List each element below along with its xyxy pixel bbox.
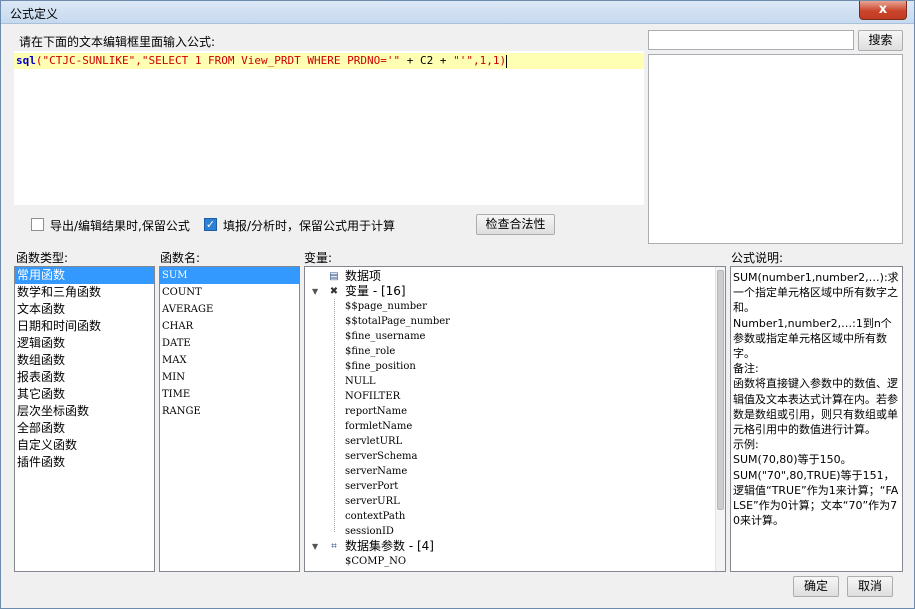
search-results-panel — [648, 54, 903, 244]
description-paragraph: SUM(70,80)等于150。 — [733, 453, 852, 467]
tree-leaf-variable[interactable]: $fine_position — [345, 359, 416, 374]
title-bar[interactable]: 公式定义 x — [1, 1, 914, 24]
tree-leaf-variable[interactable]: sessionID — [345, 524, 394, 539]
function-type-item[interactable]: 数组函数 — [15, 352, 154, 369]
tree-leaf-variable[interactable]: NULL — [345, 374, 375, 389]
description-paragraph: 函数将直接键入参数中的数值、逻辑值及文本表达式计算在内。若参数是数组或引用，则只… — [733, 377, 898, 437]
tree-leaf-variable[interactable]: serverURL — [345, 494, 400, 509]
formula-token: ("CTJC-SUNLIKE","SELECT 1 FROM View_PRDT… — [35, 54, 401, 67]
tree-leaf-variable[interactable]: $$page_number — [345, 299, 427, 314]
function-name-item[interactable]: CHAR — [160, 318, 299, 335]
tree-leaf-variable[interactable]: contextPath — [345, 509, 405, 524]
description-paragraph: 示例: — [733, 438, 759, 452]
tree-leaf-variable[interactable]: reportName — [345, 404, 407, 419]
tree-leaf-variable[interactable]: serverName — [345, 464, 407, 479]
search-button[interactable]: 搜索 — [858, 30, 903, 51]
variable-x-icon: ✖ — [329, 286, 339, 297]
function-type-item[interactable]: 全部函数 — [15, 420, 154, 437]
function-name-list[interactable]: SUM COUNT AVERAGE CHAR DATE MAX MIN TIME RANGE — [159, 266, 300, 572]
close-button[interactable]: x — [859, 1, 907, 20]
formula-line[interactable]: sql("CTJC-SUNLIKE","SELECT 1 FROM View_P… — [14, 53, 644, 69]
tree-node-label: 数据项 — [345, 269, 382, 283]
ok-button[interactable]: 确定 — [793, 576, 839, 597]
formula-editor[interactable]: sql("CTJC-SUNLIKE","SELECT 1 FROM View_P… — [14, 51, 644, 205]
function-name-item[interactable]: MAX — [160, 352, 299, 369]
function-type-item[interactable]: 插件函数 — [15, 454, 154, 471]
function-type-item[interactable]: 数学和三角函数 — [15, 284, 154, 301]
variables-label: 变量: — [304, 251, 333, 265]
description-paragraph: SUM("70",80,TRUE)等于151，逻辑值“TRUE”作为1来计算；“… — [733, 468, 899, 528]
formula-token: "'" — [453, 54, 473, 67]
function-name-item[interactable]: COUNT — [160, 284, 299, 301]
tree-node-label: 数据集参数 - [4] — [345, 539, 434, 553]
formula-token: + C2 + — [400, 54, 454, 67]
tree-leaf-variable[interactable]: NOFILTER — [345, 389, 400, 404]
function-type-list[interactable]: 常用函数 数学和三角函数 文本函数 日期和时间函数 逻辑函数 数组函数 报表函数 其它函数 层次… — [14, 266, 155, 572]
collapse-arrow-icon[interactable]: ▼ — [312, 539, 321, 554]
function-type-item[interactable]: 报表函数 — [15, 369, 154, 386]
search-input[interactable] — [648, 30, 854, 50]
formula-description: SUM(number1,number2,…):求一个指定单元格区域中所有数字之和… — [730, 266, 903, 572]
tree-leaf-variable[interactable]: serverPort — [345, 479, 398, 494]
function-name-item[interactable]: MIN — [160, 369, 299, 386]
fill-keep-checkbox[interactable]: ✓ — [204, 218, 217, 231]
formula-token: ,1,1) — [472, 54, 507, 67]
function-name-item[interactable]: RANGE — [160, 403, 299, 420]
function-type-item[interactable]: 日期和时间函数 — [15, 318, 154, 335]
tree-leaf-variable[interactable]: servletURL — [345, 434, 402, 449]
formula-dialog: 公式定义 x 请在下面的文本编辑框里面输入公式: sql("CTJC-SUNLI… — [0, 0, 915, 609]
parameter-icon: ⌗ — [331, 541, 337, 552]
tree-leaf-variable[interactable]: $fine_username — [345, 329, 425, 344]
function-name-item[interactable]: AVERAGE — [160, 301, 299, 318]
export-keep-checkbox[interactable] — [31, 218, 44, 231]
tree-leaf-dataset-param[interactable]: $COMP_NO — [345, 554, 406, 569]
function-name-item[interactable]: SUM — [160, 267, 299, 284]
tree-leaf-variable[interactable]: serverSchema — [345, 449, 417, 464]
function-name-item[interactable]: DATE — [160, 335, 299, 352]
variable-tree[interactable]: ▤ 数据项 ▼ ✖ 变量 - [16] $$page_number $$totalPage_… — [304, 266, 726, 572]
function-type-item[interactable]: 逻辑函数 — [15, 335, 154, 352]
editor-label: 请在下面的文本编辑框里面输入公式: — [19, 35, 216, 49]
function-name-item[interactable]: TIME — [160, 386, 299, 403]
description-paragraph: SUM(number1,number2,…):求一个指定单元格区域中所有数字之和… — [733, 271, 899, 315]
window-title: 公式定义 — [10, 7, 59, 21]
function-types-label: 函数类型: — [16, 251, 69, 265]
check-validity-button[interactable]: 检查合法性 — [476, 214, 555, 235]
function-type-item[interactable]: 其它函数 — [15, 386, 154, 403]
function-type-item[interactable]: 层次坐标函数 — [15, 403, 154, 420]
table-icon: ▤ — [329, 271, 339, 282]
collapse-arrow-icon[interactable]: ▼ — [312, 284, 321, 299]
export-keep-label: 导出/编辑结果时,保留公式 — [50, 219, 190, 233]
tree-guide-line — [334, 299, 335, 532]
function-type-item[interactable]: 常用函数 — [15, 267, 154, 284]
description-label: 公式说明: — [731, 251, 784, 265]
function-type-item[interactable]: 自定义函数 — [15, 437, 154, 454]
tree-leaf-variable[interactable]: $fine_role — [345, 344, 395, 359]
fill-keep-label: 填报/分析时，保留公式用于计算 — [223, 219, 396, 233]
function-names-label: 函数名: — [160, 251, 201, 265]
variable-tree-scrollbar[interactable] — [715, 267, 725, 571]
tree-leaf-variable[interactable]: $$totalPage_number — [345, 314, 450, 329]
description-paragraph: Number1,number2,…:1到n个参数或指定单元格区域中所有数字。 — [733, 316, 892, 361]
tree-node-label: 变量 - [16] — [345, 284, 406, 298]
cancel-button[interactable]: 取消 — [847, 576, 893, 597]
formula-token: sql — [16, 54, 36, 67]
scrollbar-thumb[interactable] — [717, 270, 724, 510]
tree-leaf-variable[interactable]: formletName — [345, 419, 412, 434]
text-caret — [506, 54, 508, 68]
function-type-item[interactable]: 文本函数 — [15, 301, 154, 318]
description-paragraph: 备注: — [733, 362, 759, 376]
